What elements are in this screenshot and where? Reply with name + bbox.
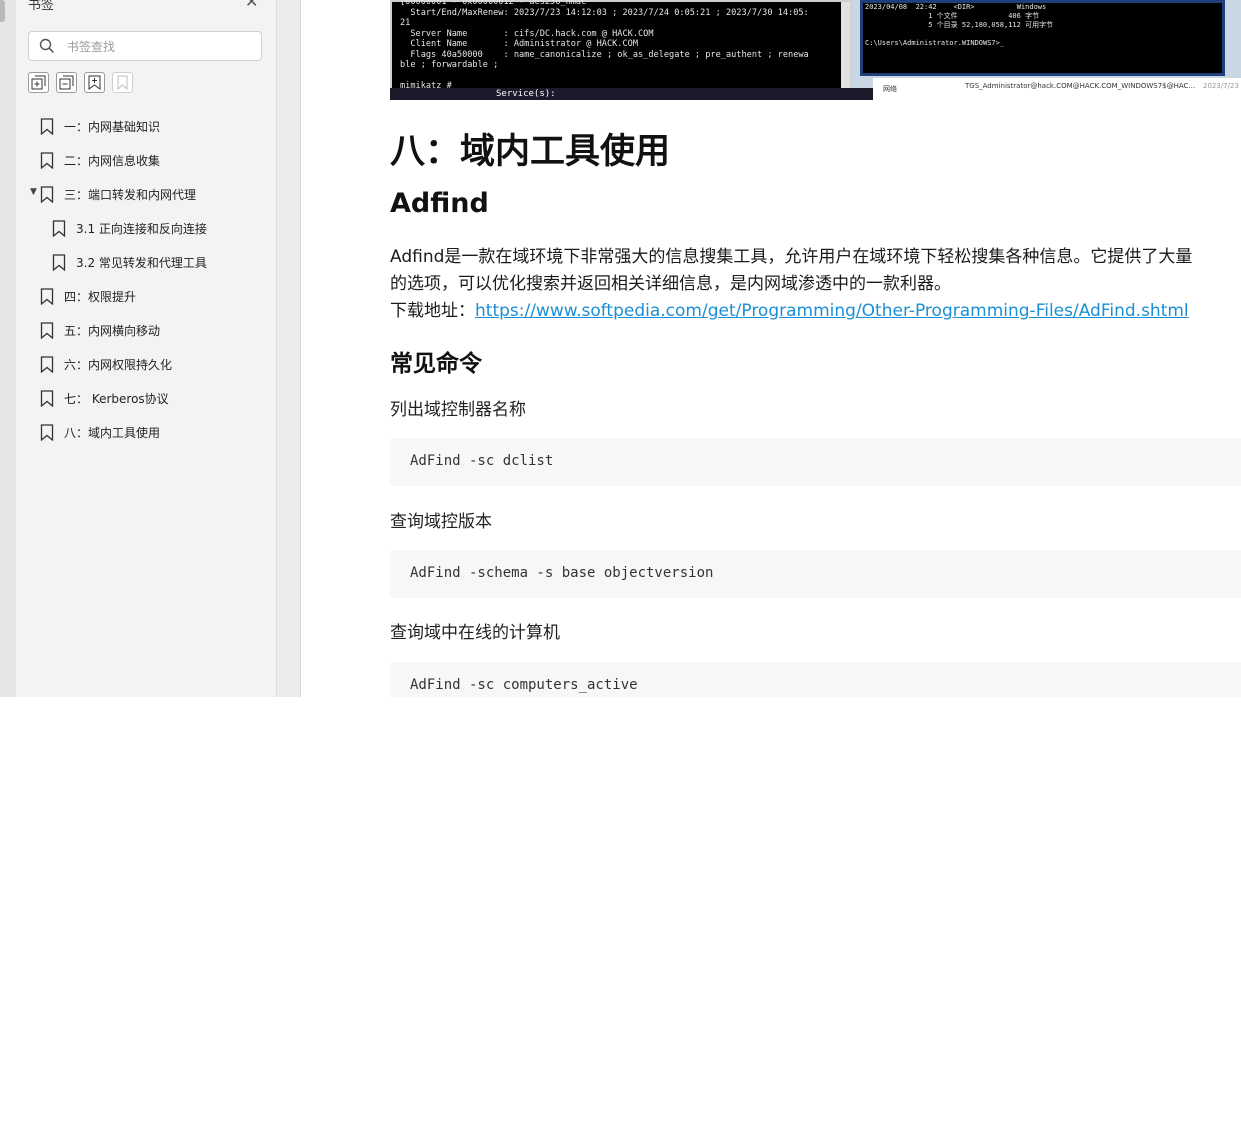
collapse-all-icon [59, 75, 74, 90]
embedded-screenshot: [00000001 - 0x00000012 - aes256_hmac Sta… [390, 0, 1241, 100]
bookmark-icon [40, 390, 54, 407]
command-label: 列出域控制器名称 [390, 400, 526, 420]
bookmark-item[interactable]: 五：内网横向移动 46 [16, 313, 1241, 1019]
bookmark-item[interactable]: 二：内网信息收集 18 [16, 143, 1241, 849]
code-text: AdFind -sc dclist [410, 453, 554, 469]
bookmark-icon [52, 220, 66, 237]
command-label: 查询域控版本 [390, 512, 492, 532]
command-label: 查询域中在线的计算机 [390, 623, 560, 643]
intro-line: Adfind是一款在域环境下非常强大的信息搜集工具，允许用户在域环境下轻松搜集各… [390, 247, 1193, 267]
bookmark-label: 一：内网基础知识 [64, 120, 161, 134]
terminal-bottom-text: Service(s): [496, 89, 556, 99]
bookmark-label: 七： Kerberos协议 [64, 392, 169, 406]
bookmark-panel: 书签 ✕ 一：内网基础知识 1 二：内网信息收集 18 ▼ [16, 0, 1241, 1121]
expand-all-button[interactable] [28, 72, 49, 93]
intro-paragraph: Adfind是一款在域环境下非常强大的信息搜集工具，允许用户在域环境下轻松搜集各… [390, 244, 1241, 325]
cmd-output: 2023/04/08 22:42 <DIR> Windows 1 个文件 406… [865, 3, 1054, 47]
close-icon[interactable]: ✕ [245, 0, 258, 11]
explorer-strip: 网络 TGS_Administrator@hack.COM@HACK.COM_W… [873, 78, 1241, 100]
bookmark-label: 五：内网横向移动 [64, 324, 161, 338]
download-link[interactable]: https://www.softpedia.com/get/Programmin… [475, 301, 1189, 321]
bookmark-icon [52, 254, 66, 271]
bookmark-icon [40, 356, 54, 373]
search-icon [39, 38, 55, 54]
code-text: AdFind -schema -s base objectversion [410, 565, 714, 581]
code-block[interactable]: AdFind -sc dclist [390, 438, 1241, 486]
tool-heading: Adfind [390, 188, 489, 219]
bookmark-icon [40, 118, 54, 135]
left-scrollbar[interactable] [0, 0, 17, 697]
bookmark-label: 八：域内工具使用 [64, 426, 161, 440]
bookmark-item[interactable]: 3.1 正向连接和反向连接 36 [16, 211, 1241, 917]
bookmark-label: 二：内网信息收集 [64, 154, 161, 168]
bookmark-item[interactable]: 八：域内工具使用 99 [16, 415, 1241, 1121]
bookmark-icon [40, 322, 54, 339]
bookmark-item[interactable]: ▼ 三：端口转发和内网代理 36 [16, 177, 1241, 883]
file-date: 2023/7/23 [1203, 82, 1239, 90]
bookmark-icon [40, 186, 54, 203]
bookmark-item[interactable]: 一：内网基础知识 1 [16, 109, 1241, 815]
page-title: 八：域内工具使用 [390, 132, 671, 172]
file-name: TGS_Administrator@hack.COM@HACK.COM_WIND… [965, 82, 1196, 90]
bookmark-icon [40, 424, 54, 441]
bookmark-list: 一：内网基础知识 1 二：内网信息收集 18 ▼ 三：端口转发和内网代理 36 … [16, 109, 1241, 1121]
add-bookmark-button[interactable] [84, 72, 105, 93]
bookmark-label: 3.1 正向连接和反向连接 [76, 222, 207, 236]
download-label: 下载地址： [390, 301, 475, 321]
terminal-output: [00000001 - 0x00000012 - aes256_hmac Sta… [400, 0, 809, 91]
bookmark-icon [40, 152, 54, 169]
bookmark-label: 3.2 常见转发和代理工具 [76, 256, 207, 270]
bookmark-label: 三：端口转发和内网代理 [64, 188, 197, 202]
mimikatz-terminal: [00000001 - 0x00000012 - aes256_hmac Sta… [390, 0, 852, 98]
bookmark-item[interactable]: 六：内网权限持久化 60 [16, 347, 1241, 1053]
bookmark-item[interactable]: 四：权限提升 38 [16, 279, 1241, 985]
section-heading: 常见命令 [390, 351, 482, 377]
bookmark-item[interactable]: 3.2 常见转发和代理工具 36 [16, 245, 1241, 951]
bookmark-icon [117, 75, 128, 90]
code-text: AdFind -sc computers_active [410, 677, 638, 693]
delete-bookmark-button[interactable] [112, 72, 133, 93]
download-line: 下载地址：https://www.softpedia.com/get/Progr… [390, 298, 1241, 325]
left-scrollbar-thumb[interactable] [0, 0, 5, 22]
bookmark-label: 四：权限提升 [64, 290, 137, 304]
bookmark-search-input[interactable] [65, 36, 259, 58]
intro-line: 的选项，可以优化搜索并返回相关详细信息，是内网域渗透中的一款利器。 [390, 274, 951, 294]
collapse-all-button[interactable] [56, 72, 77, 93]
bookmark-label: 六：内网权限持久化 [64, 358, 173, 372]
add-bookmark-icon [88, 75, 101, 90]
cmd-terminal: 2023/04/08 22:42 <DIR> Windows 1 个文件 406… [860, 0, 1225, 76]
panel-title: 书签 [28, 0, 55, 13]
bookmark-search[interactable] [28, 31, 262, 61]
terminal-scrollbar [841, 2, 850, 96]
terminal-bottom-strip: Service(s): [390, 88, 874, 100]
panel-splitter[interactable] [277, 0, 301, 697]
expand-all-icon [31, 75, 46, 90]
document-page: [00000001 - 0x00000012 - aes256_hmac Sta… [301, 0, 1241, 697]
bookmark-item[interactable]: 七： Kerberos协议 86 [16, 381, 1241, 1087]
code-block[interactable]: AdFind -sc computers_active [390, 662, 1241, 697]
network-label: 网络 [883, 85, 897, 93]
expanded-arrow-icon[interactable]: ▼ [30, 187, 37, 197]
code-block[interactable]: AdFind -schema -s base objectversion [390, 550, 1241, 598]
bookmark-icon [40, 288, 54, 305]
